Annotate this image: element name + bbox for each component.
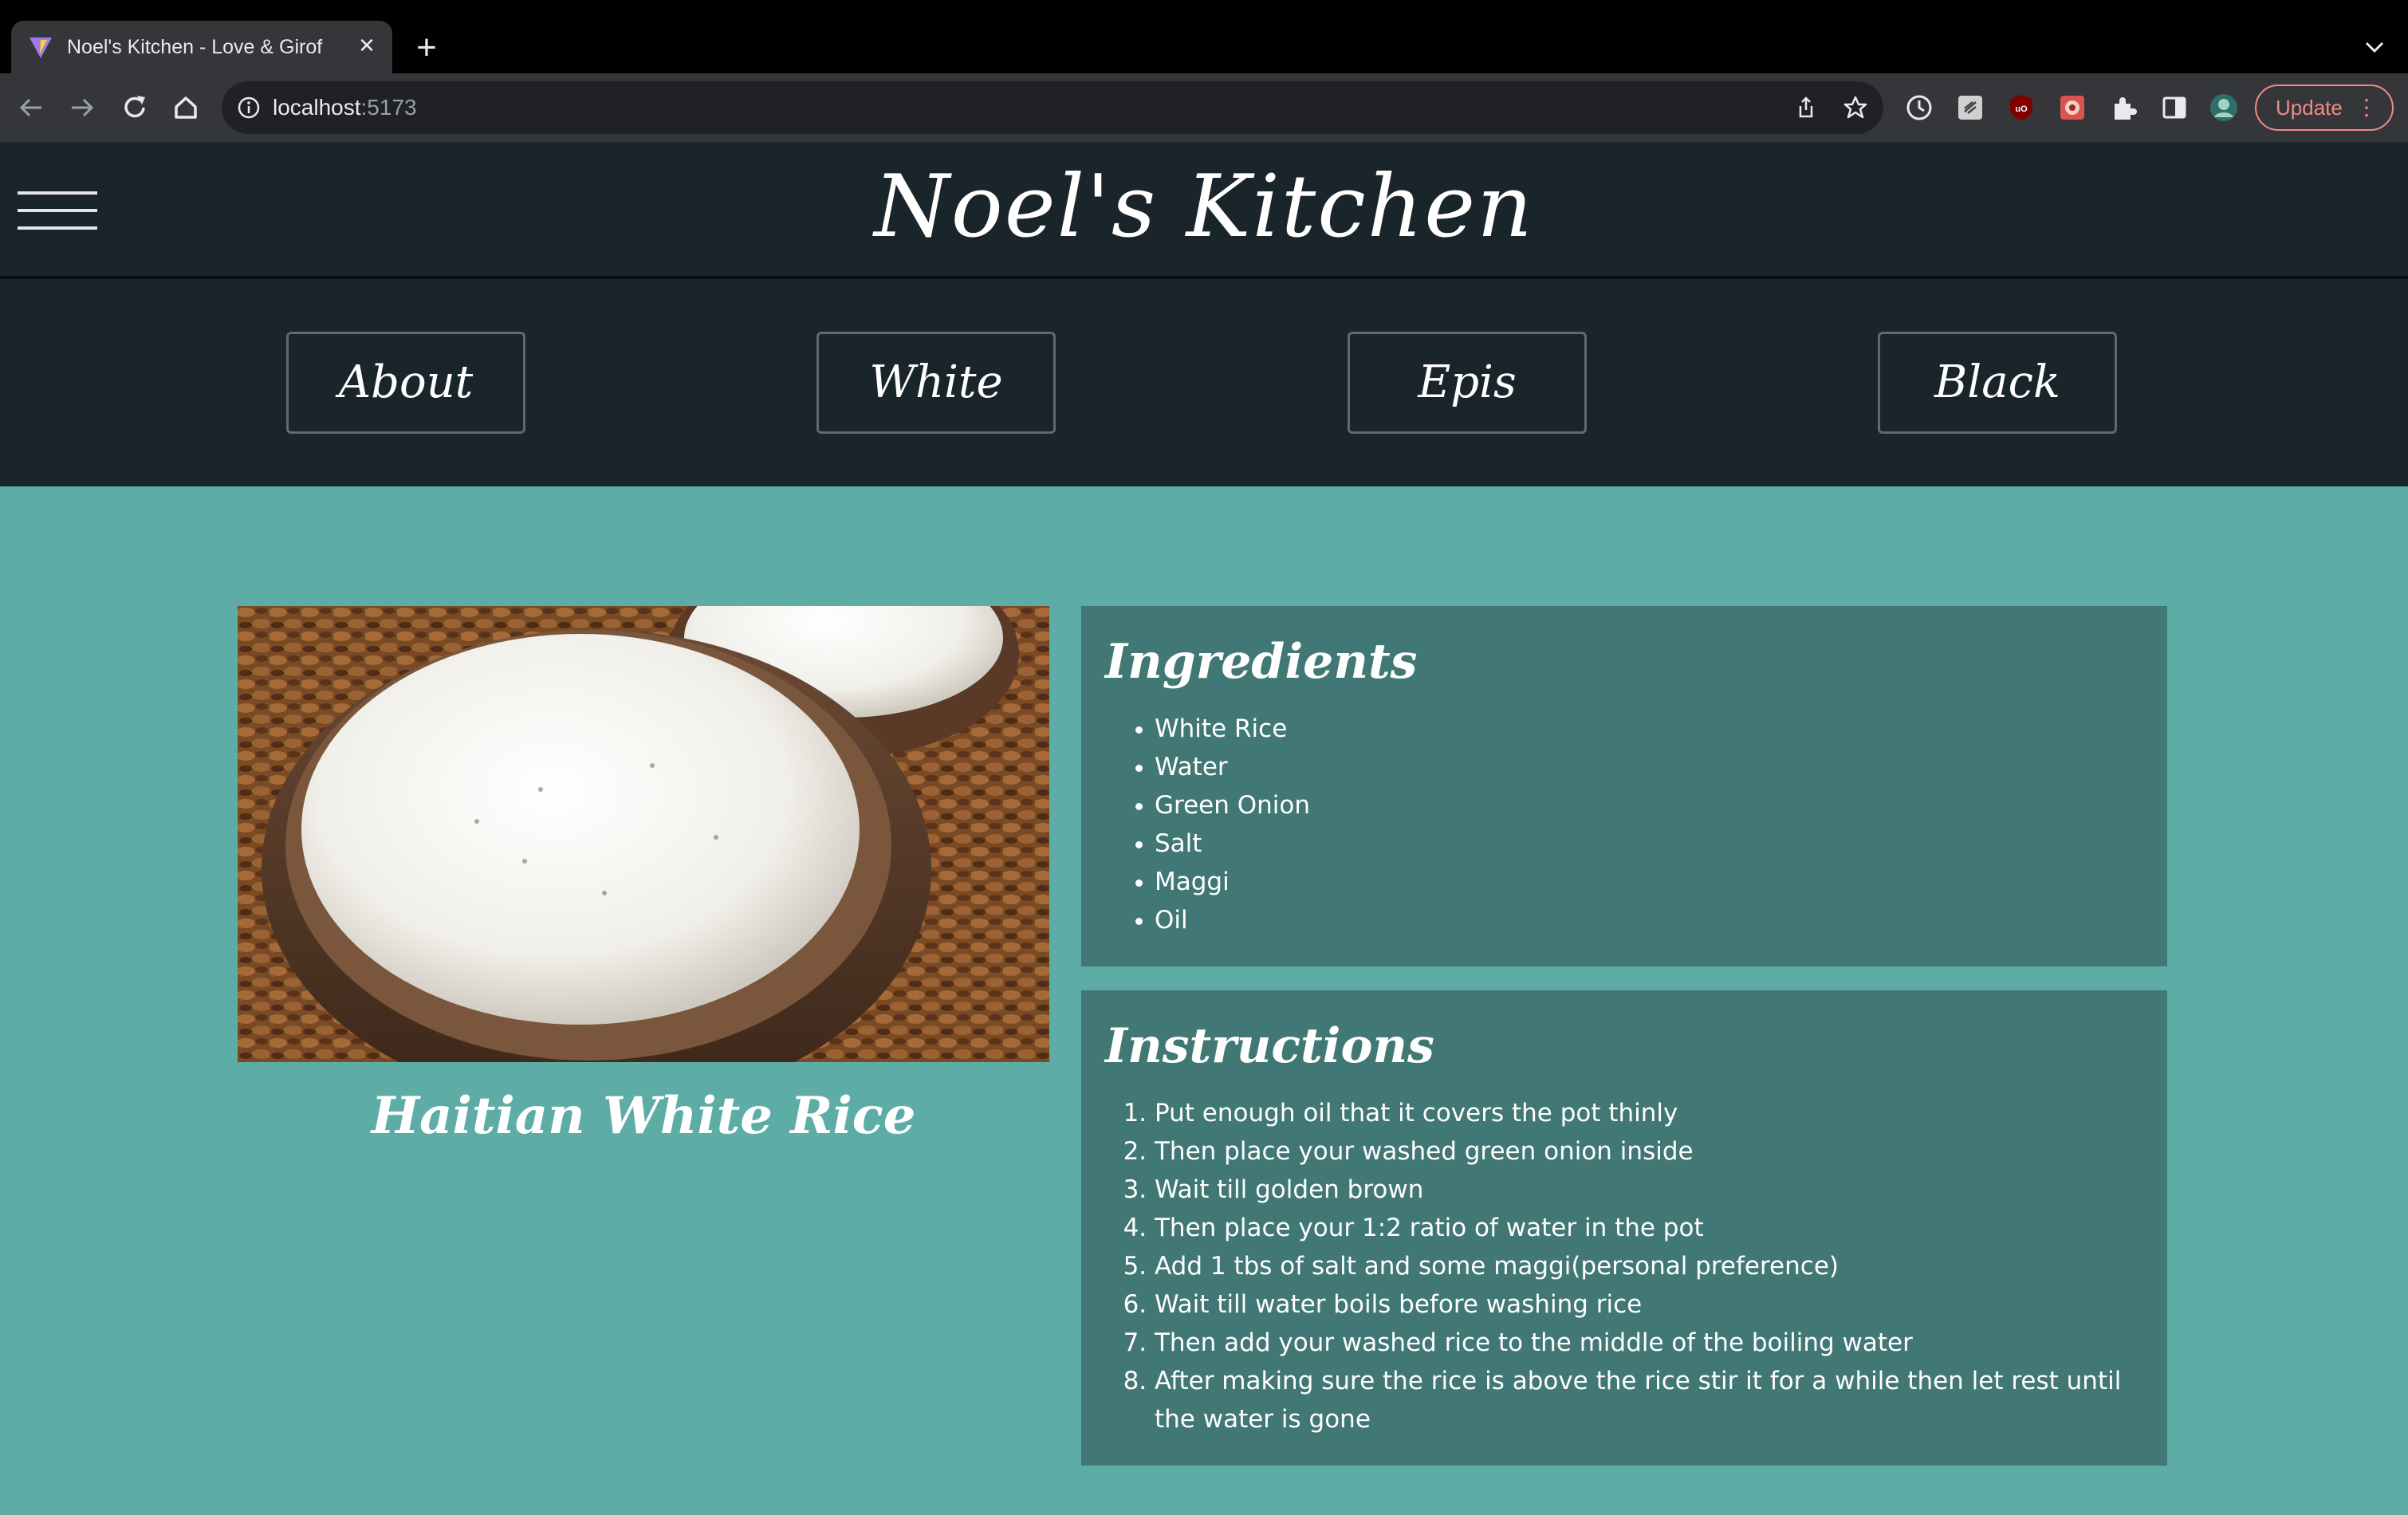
vite-favicon-icon: [30, 37, 52, 58]
list-item: Then place your washed green onion insid…: [1155, 1132, 2143, 1171]
list-item: Add 1 tbs of salt and some maggi(persona…: [1155, 1247, 2143, 1285]
ingredients-panel: Ingredients White Rice Water Green Onion…: [1081, 606, 2167, 966]
extension-s-icon[interactable]: [1955, 92, 1985, 123]
list-item: Maggi: [1155, 863, 2143, 901]
nav-white-button[interactable]: White: [816, 332, 1056, 434]
instructions-panel: Instructions Put enough oil that it cove…: [1081, 990, 2167, 1466]
menu-kebab-icon[interactable]: ⋮: [2355, 86, 2378, 129]
list-item: Salt: [1155, 824, 2143, 863]
url-host: localhost: [273, 95, 361, 120]
browser-tab-bar: Noel's Kitchen - Love & Girof ✕ +: [0, 0, 2408, 73]
list-item: Put enough oil that it covers the pot th…: [1155, 1094, 2143, 1132]
instructions-heading: Instructions: [1105, 1018, 1434, 1074]
close-tab-icon[interactable]: ✕: [352, 32, 381, 61]
list-item: Wait till water boils before washing ric…: [1155, 1285, 2143, 1324]
list-item: White Rice: [1155, 710, 2143, 748]
nav-epis-button[interactable]: Epis: [1348, 332, 1587, 434]
history-clock-icon[interactable]: [1904, 92, 1934, 123]
list-item: Then place your 1:2 ratio of water in th…: [1155, 1209, 2143, 1247]
url-port: :5173: [360, 95, 417, 120]
list-item: After making sure the rice is above the …: [1155, 1362, 2143, 1438]
back-arrow-icon[interactable]: [11, 88, 51, 128]
new-tab-button[interactable]: +: [407, 29, 447, 69]
list-item: Wait till golden brown: [1155, 1171, 2143, 1209]
tab-title: Noel's Kitchen - Love & Girof: [67, 36, 323, 58]
reload-icon[interactable]: [115, 88, 155, 128]
address-bar[interactable]: localhost:5173: [222, 81, 1883, 134]
site-title: Noel's Kitchen: [874, 157, 1534, 257]
ingredients-heading: Ingredients: [1105, 634, 1418, 690]
recipe-photo: [238, 606, 1049, 1062]
ublock-origin-icon[interactable]: uO: [2006, 92, 2036, 123]
update-label: Update: [2276, 96, 2343, 120]
rice-bowl-image: [238, 606, 1049, 1062]
nav-about-button[interactable]: About: [286, 332, 525, 434]
nav-black-button[interactable]: Black: [1878, 332, 2117, 434]
extensions-puzzle-icon[interactable]: [2108, 92, 2138, 123]
side-panel-icon[interactable]: [2159, 92, 2190, 123]
url-text: localhost:5173: [273, 92, 417, 123]
forward-arrow-icon[interactable]: [62, 88, 102, 128]
svg-text:uO: uO: [2015, 104, 2028, 114]
list-item: Water: [1155, 748, 2143, 786]
site-info-icon[interactable]: [236, 95, 262, 120]
browser-toolbar: localhost:5173 uO Update ⋮: [0, 73, 2408, 142]
recipe-name: Haitian White Rice: [371, 1086, 916, 1146]
instructions-list: Put enough oil that it covers the pot th…: [1105, 1094, 2143, 1438]
share-icon[interactable]: [1791, 92, 1821, 123]
profile-avatar-icon[interactable]: [2209, 92, 2239, 123]
update-button[interactable]: Update ⋮: [2255, 85, 2394, 131]
ingredients-list: White Rice Water Green Onion Salt Maggi …: [1105, 710, 2143, 939]
chevron-down-icon[interactable]: [2357, 30, 2392, 65]
browser-tab[interactable]: Noel's Kitchen - Love & Girof ✕: [11, 21, 392, 73]
extension-red-icon[interactable]: [2057, 92, 2087, 123]
list-item: Oil: [1155, 901, 2143, 939]
list-item: Then add your washed rice to the middle …: [1155, 1324, 2143, 1362]
category-nav: About White Epis Black: [0, 279, 2408, 486]
list-item: Green Onion: [1155, 786, 2143, 824]
site-header: Noel's Kitchen: [0, 142, 2408, 279]
bookmark-star-icon[interactable]: [1840, 92, 1871, 123]
home-icon[interactable]: [166, 88, 206, 128]
